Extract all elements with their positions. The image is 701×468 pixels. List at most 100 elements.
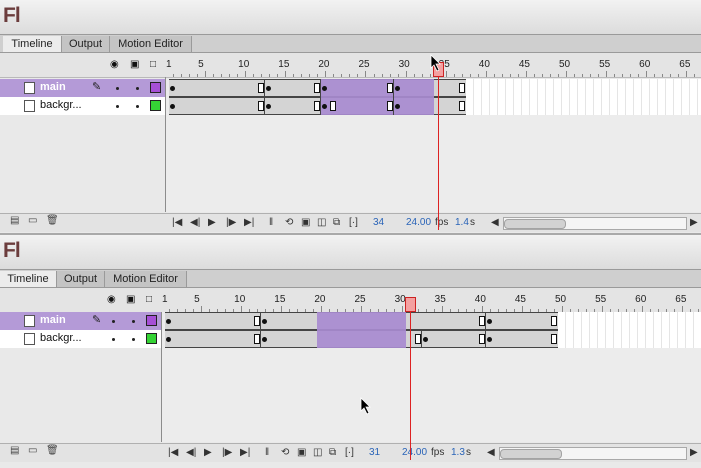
loop-icon[interactable]: ⟲	[281, 447, 289, 458]
first-frame-icon[interactable]: |◀	[168, 447, 178, 458]
fps-field[interactable]: 24.00	[402, 447, 427, 458]
current-frame-field[interactable]: 34	[373, 217, 384, 228]
layer-name[interactable]: backgr...	[40, 332, 82, 344]
step-forward-icon[interactable]: |▶	[226, 217, 236, 228]
scrollbar-thumb[interactable]	[504, 219, 566, 229]
edit-multiple-icon[interactable]: ⧉	[333, 217, 340, 228]
onion-skin-icon[interactable]: ▣	[301, 217, 310, 228]
lock-icon[interactable]: ▣	[126, 294, 135, 305]
onion-markers-icon[interactable]: [·]	[345, 447, 354, 458]
layer-row-background[interactable]: backgr...	[0, 330, 165, 348]
layer-divider[interactable]	[161, 312, 162, 442]
center-frame-icon[interactable]: ‖	[269, 217, 273, 228]
visibility-dot[interactable]	[112, 338, 115, 341]
keyframe[interactable]	[486, 337, 492, 342]
lock-dot[interactable]	[136, 87, 139, 90]
frame-selection[interactable]	[321, 79, 434, 115]
new-layer-icon[interactable]: ▤	[10, 445, 19, 456]
keyframe[interactable]	[486, 319, 492, 324]
keyframe[interactable]	[170, 86, 175, 91]
visibility-dot[interactable]	[112, 320, 115, 323]
lock-dot[interactable]	[132, 320, 135, 323]
edit-multiple-icon[interactable]: ⧉	[329, 447, 336, 458]
playhead-line[interactable]	[437, 76, 439, 230]
trash-icon[interactable]: 🗑	[46, 445, 59, 456]
empty-frame-cells[interactable]	[465, 97, 701, 115]
scroll-right-icon[interactable]: ▶	[690, 217, 698, 228]
lock-dot[interactable]	[136, 105, 139, 108]
last-frame-icon[interactable]: ▶|	[244, 217, 254, 228]
fps-field[interactable]: 24.00	[406, 217, 431, 228]
tab-timeline[interactable]: Timeline	[3, 36, 62, 52]
keyframe[interactable]	[166, 319, 171, 324]
loop-icon[interactable]: ⟲	[285, 217, 293, 228]
center-frame-icon[interactable]: ‖	[265, 447, 269, 458]
outline-icon[interactable]: □	[150, 59, 156, 70]
scrollbar-thumb[interactable]	[500, 449, 562, 459]
keyframe-end[interactable]	[550, 334, 557, 344]
layer-row-main[interactable]: main ✎	[0, 79, 165, 97]
scroll-left-icon[interactable]: ◀	[491, 217, 499, 228]
keyframe[interactable]	[394, 104, 400, 109]
playhead-line[interactable]	[409, 311, 411, 460]
playhead-handle[interactable]	[404, 297, 416, 312]
step-forward-icon[interactable]: |▶	[222, 447, 232, 458]
keyframe[interactable]	[422, 337, 428, 342]
new-layer-icon[interactable]: ▤	[10, 215, 19, 226]
tab-output[interactable]: Output	[57, 271, 105, 287]
new-folder-icon[interactable]: ▭	[28, 215, 37, 226]
keyframe[interactable]	[170, 104, 175, 109]
layer-color-swatch[interactable]	[150, 100, 161, 111]
keyframe-end[interactable]	[458, 101, 465, 111]
empty-frame-cells[interactable]	[465, 79, 701, 97]
empty-frame-cells[interactable]	[557, 330, 701, 348]
scroll-right-icon[interactable]: ▶	[690, 447, 698, 458]
layer-name[interactable]: backgr...	[40, 99, 82, 111]
step-back-icon[interactable]: ◀|	[186, 447, 196, 458]
empty-frame-cells[interactable]	[557, 312, 701, 330]
eye-icon[interactable]: ◉	[110, 59, 119, 70]
onion-skin-icon[interactable]: ▣	[297, 447, 306, 458]
trash-icon[interactable]: 🗑	[46, 215, 59, 226]
onion-outline-icon[interactable]: ◫	[313, 447, 322, 458]
tab-timeline[interactable]: Timeline	[0, 271, 57, 287]
layer-name[interactable]: main	[40, 314, 66, 326]
first-frame-icon[interactable]: |◀	[172, 217, 182, 228]
eye-icon[interactable]: ◉	[107, 294, 116, 305]
layer-row-background[interactable]: backgr...	[0, 97, 165, 115]
tab-motion-editor[interactable]: Motion Editor	[110, 36, 192, 52]
tab-motion-editor[interactable]: Motion Editor	[105, 271, 187, 287]
elapsed-time-field[interactable]: 1.4	[455, 217, 469, 228]
onion-outline-icon[interactable]: ◫	[317, 217, 326, 228]
visibility-dot[interactable]	[116, 105, 119, 108]
outline-icon[interactable]: □	[146, 294, 152, 305]
layer-divider[interactable]	[165, 77, 166, 212]
last-frame-icon[interactable]: ▶|	[240, 447, 250, 458]
play-icon[interactable]: ▶	[204, 447, 212, 458]
tab-output[interactable]: Output	[62, 36, 110, 52]
step-back-icon[interactable]: ◀|	[190, 217, 200, 228]
frame-selection[interactable]	[317, 312, 406, 348]
new-folder-icon[interactable]: ▭	[28, 445, 37, 456]
onion-markers-icon[interactable]: [·]	[349, 217, 358, 228]
ruler-frame-number: 55	[599, 59, 611, 70]
keyframe-end[interactable]	[458, 83, 465, 93]
horizontal-scrollbar[interactable]	[499, 447, 687, 460]
keyframe-end[interactable]	[330, 101, 337, 111]
keyframe[interactable]	[394, 86, 400, 91]
scroll-left-icon[interactable]: ◀	[487, 447, 495, 458]
visibility-dot[interactable]	[116, 87, 119, 90]
elapsed-time-field[interactable]: 1.3	[451, 447, 465, 458]
layer-color-swatch[interactable]	[146, 315, 157, 326]
layer-name[interactable]: main	[40, 81, 66, 93]
keyframe[interactable]	[166, 337, 171, 342]
layer-color-swatch[interactable]	[150, 82, 161, 93]
play-icon[interactable]: ▶	[208, 217, 216, 228]
current-frame-field[interactable]: 31	[369, 447, 380, 458]
layer-row-main[interactable]: main ✎	[0, 312, 165, 330]
horizontal-scrollbar[interactable]	[503, 217, 687, 230]
lock-dot[interactable]	[132, 338, 135, 341]
lock-icon[interactable]: ▣	[130, 59, 139, 70]
keyframe-end[interactable]	[550, 316, 557, 326]
layer-color-swatch[interactable]	[146, 333, 157, 344]
